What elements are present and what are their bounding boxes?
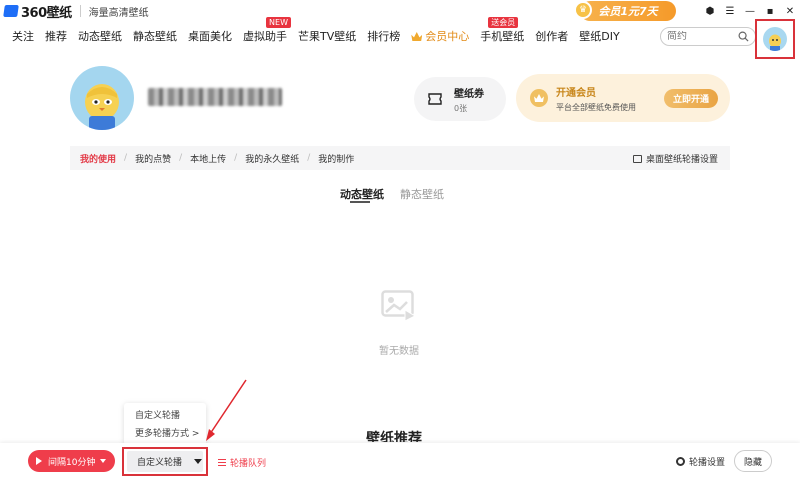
annotation-arrow — [206, 379, 247, 441]
mode-label: 自定义轮播 — [137, 458, 183, 468]
menu-icon[interactable]: ☰ — [720, 6, 740, 17]
search-input[interactable] — [667, 31, 737, 42]
nav-creator[interactable]: 创作者 — [535, 28, 568, 44]
carousel-queue-button[interactable]: 轮播队列 — [218, 456, 266, 469]
app-window: 360壁纸 海量高清壁纸 ♛ 会员1元7天 ⬢ ☰ — ▪ ✕ 关注 推荐 动态… — [0, 0, 800, 478]
subtab-dynamic[interactable]: 动态壁纸 — [340, 186, 384, 202]
nav-label: 虚拟助手 — [243, 30, 287, 43]
open-vip-button[interactable]: 立即开通 — [664, 89, 718, 108]
nav-desktop-beautify[interactable]: 桌面美化 — [188, 28, 232, 44]
search-box[interactable] — [660, 27, 756, 46]
tab-separator: / — [124, 153, 128, 163]
tab-separator: / — [179, 153, 183, 163]
nav-mobile-wallpaper[interactable]: 手机壁纸 送会员 — [480, 17, 525, 44]
active-tab-indicator — [350, 201, 370, 203]
close-icon[interactable]: ✕ — [780, 6, 800, 17]
hide-button[interactable]: 隐藏 — [734, 450, 772, 472]
crown-icon — [411, 32, 423, 41]
usage-tab-bar: 我的使用 / 我的点赞 / 本地上传 / 我的永久壁纸 / 我的制作 桌面壁纸轮… — [70, 146, 730, 170]
nav-wallpaper-diy[interactable]: 壁纸DIY — [579, 28, 619, 44]
nav-static-wallpaper[interactable]: 静态壁纸 — [133, 28, 177, 44]
mode-select-inner: 自定义轮播 — [127, 451, 203, 472]
skin-icon[interactable]: ⬢ — [700, 6, 720, 17]
vip-promo-button[interactable]: ♛ 会员1元7天 — [574, 1, 676, 21]
play-icon — [36, 457, 42, 465]
menu-item-more-modes[interactable]: 更多轮播方式 > — [135, 425, 206, 443]
recommend-section-title: 壁纸推荐 — [366, 431, 422, 442]
tab-permanent-wallpaper[interactable]: 我的永久壁纸 — [245, 152, 299, 165]
maximize-icon[interactable]: ▪ — [760, 6, 780, 17]
title-bar: 360壁纸 海量高清壁纸 — [0, 0, 800, 22]
vip-info: 开通会员 平台全部壁纸免费使用 — [556, 84, 636, 113]
nav-vip-center[interactable]: 会员中心 — [411, 28, 469, 44]
carousel-mode-menu: 自定义轮播 更多轮播方式 > — [124, 403, 206, 445]
ticket-icon — [428, 93, 442, 105]
nav-label: 手机壁纸 — [480, 30, 525, 43]
gear-icon — [676, 457, 685, 466]
carousel-settings-button[interactable]: 轮播设置 — [676, 455, 725, 468]
nav-follow[interactable]: 关注 — [12, 28, 34, 44]
vip-subtitle: 平台全部壁纸免费使用 — [556, 102, 636, 112]
list-icon — [218, 459, 226, 466]
tab-my-usage[interactable]: 我的使用 — [80, 152, 116, 165]
profile-avatar[interactable] — [70, 66, 134, 130]
settings-label: 轮播设置 — [689, 458, 726, 468]
nav-mango-tv[interactable]: 芒果TV壁纸 — [298, 28, 356, 44]
tab-my-creations[interactable]: 我的制作 — [318, 152, 354, 165]
nav-virtual-assistant[interactable]: 虚拟助手 NEW — [243, 17, 291, 44]
nav-label: 会员中心 — [425, 30, 470, 43]
queue-label: 轮播队列 — [230, 459, 267, 469]
divider — [79, 5, 81, 17]
new-badge: NEW — [266, 17, 291, 28]
empty-state-text: 暂无数据 — [379, 346, 419, 357]
user-avatar-button[interactable] — [755, 19, 795, 59]
coupon-count: 0张 — [454, 103, 468, 113]
crown-icon: ♛ — [574, 1, 592, 19]
bottom-toolbar: 间隔10分钟 自定义轮播 轮播队列 轮播设置 隐藏 — [0, 443, 800, 478]
desktop-carousel-setting-button[interactable]: 桌面壁纸轮播设置 — [632, 152, 718, 165]
tab-separator: / — [234, 153, 238, 163]
subtab-static[interactable]: 静态壁纸 — [400, 186, 444, 202]
vip-promo-label: 会员1元7天 — [598, 5, 658, 18]
menu-item-custom-carousel[interactable]: 自定义轮播 — [135, 407, 206, 425]
wallpaper-coupon-card[interactable]: 壁纸券 0张 — [414, 77, 506, 121]
vip-open-card: 开通会员 平台全部壁纸免费使用 立即开通 — [516, 74, 730, 122]
caret-down-icon — [100, 459, 107, 463]
crown-icon — [530, 89, 548, 107]
tab-separator: / — [307, 153, 311, 163]
carousel-mode-select[interactable]: 自定义轮播 — [122, 447, 208, 476]
caret-down-icon — [194, 459, 203, 464]
coupon-info: 壁纸券 0张 — [454, 85, 484, 114]
empty-image-icon — [381, 290, 417, 322]
main-nav: 关注 推荐 动态壁纸 静态壁纸 桌面美化 虚拟助手 NEW 芒果TV壁纸 排行榜… — [0, 17, 631, 48]
username-blurred — [148, 88, 282, 106]
tab-my-likes[interactable]: 我的点赞 — [135, 152, 171, 165]
coupon-title: 壁纸券 — [454, 88, 484, 100]
interval-label: 间隔10分钟 — [48, 457, 96, 468]
search-icon[interactable] — [738, 31, 749, 42]
logo-icon — [3, 5, 19, 17]
avatar — [763, 27, 787, 51]
carousel-setting-label: 桌面壁纸轮播设置 — [645, 155, 718, 165]
app-logo: 360壁纸 — [3, 2, 72, 21]
nav-recommend[interactable]: 推荐 — [45, 28, 67, 44]
tab-local-upload[interactable]: 本地上传 — [190, 152, 226, 165]
picture-icon — [632, 154, 642, 163]
nav-dynamic-wallpaper[interactable]: 动态壁纸 — [78, 28, 122, 44]
nav-ranking[interactable]: 排行榜 — [367, 28, 400, 44]
minimize-icon[interactable]: — — [740, 6, 760, 17]
logo-text: 360壁纸 — [21, 5, 72, 21]
vip-title: 开通会员 — [556, 87, 596, 99]
gift-vip-badge: 送会员 — [488, 17, 519, 28]
app-slogan: 海量高清壁纸 — [88, 7, 149, 19]
interval-dropdown-button[interactable]: 间隔10分钟 — [28, 450, 115, 472]
